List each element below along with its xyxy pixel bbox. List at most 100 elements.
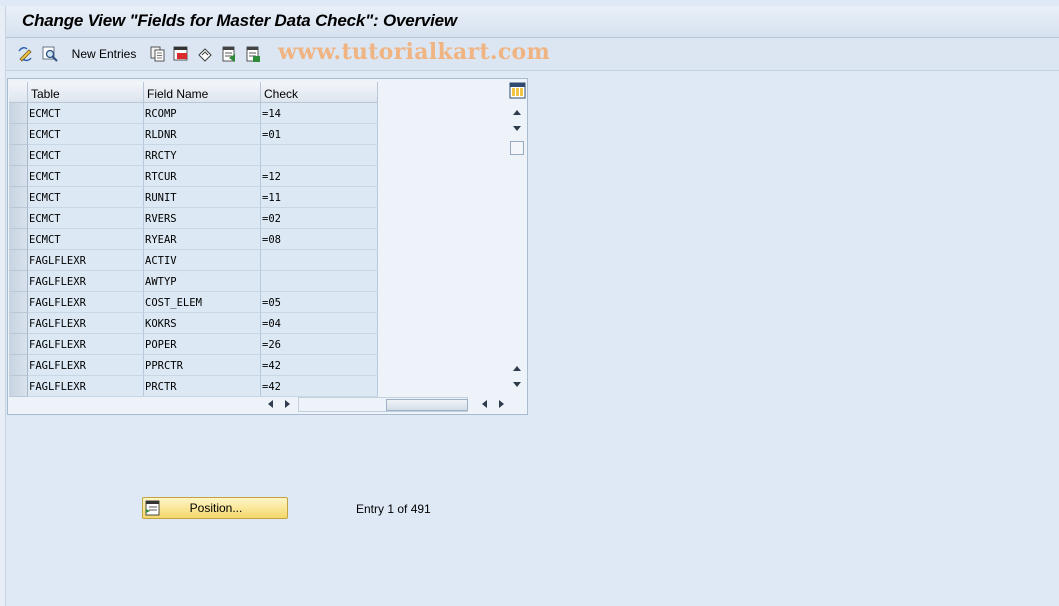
select-all-button[interactable] — [219, 44, 239, 64]
row-selector[interactable] — [9, 292, 28, 313]
row-selector[interactable] — [9, 355, 28, 376]
display-change-button[interactable] — [16, 44, 36, 64]
cell-check[interactable]: =01 — [261, 124, 378, 145]
vertical-scrollbar[interactable] — [508, 81, 526, 389]
column-header-table[interactable]: Table — [28, 82, 144, 103]
scroll-right-icon[interactable] — [282, 399, 292, 409]
table-header: Table Field Name Check — [9, 82, 378, 103]
table-row[interactable]: ECMCT RTCUR =12 — [9, 166, 378, 187]
cell-field-name[interactable]: RYEAR — [144, 229, 261, 250]
table-row[interactable]: FAGLFLEXR PRCTR =42 — [9, 376, 378, 397]
cell-check[interactable]: =11 — [261, 187, 378, 208]
cell-field-name[interactable]: RTCUR — [144, 166, 261, 187]
scroll-down-icon[interactable] — [511, 124, 523, 134]
table-row[interactable]: FAGLFLEXR KOKRS =04 — [9, 313, 378, 334]
cell-table[interactable]: FAGLFLEXR — [28, 313, 144, 334]
row-selector[interactable] — [9, 376, 28, 397]
row-selector[interactable] — [9, 229, 28, 250]
vertical-scroll-thumb[interactable] — [510, 141, 524, 155]
cell-check[interactable]: =08 — [261, 229, 378, 250]
cell-field-name[interactable]: POPER — [144, 334, 261, 355]
row-selector[interactable] — [9, 145, 28, 166]
deselect-all-button[interactable] — [243, 44, 263, 64]
cell-field-name[interactable]: RRCTY — [144, 145, 261, 166]
table-row[interactable]: FAGLFLEXR POPER =26 — [9, 334, 378, 355]
cell-field-name[interactable]: RUNIT — [144, 187, 261, 208]
cell-check[interactable]: =42 — [261, 355, 378, 376]
cell-table[interactable]: FAGLFLEXR — [28, 355, 144, 376]
row-selector[interactable] — [9, 166, 28, 187]
cell-field-name[interactable]: KOKRS — [144, 313, 261, 334]
row-selector[interactable] — [9, 208, 28, 229]
horizontal-scrollbar[interactable] — [258, 397, 508, 413]
position-button[interactable]: Position... — [142, 497, 288, 519]
cell-check[interactable]: =05 — [261, 292, 378, 313]
cell-table[interactable]: ECMCT — [28, 166, 144, 187]
delete-button[interactable] — [171, 44, 191, 64]
cell-check[interactable]: =26 — [261, 334, 378, 355]
cell-check[interactable]: =42 — [261, 376, 378, 397]
row-selector[interactable] — [9, 103, 28, 124]
table-row[interactable]: ECMCT RYEAR =08 — [9, 229, 378, 250]
table-row[interactable]: ECMCT RRCTY — [9, 145, 378, 166]
row-selector[interactable] — [9, 334, 28, 355]
scroll-page-up-icon[interactable] — [511, 363, 523, 373]
cell-field-name[interactable]: AWTYP — [144, 271, 261, 292]
table-row[interactable]: FAGLFLEXR AWTYP — [9, 271, 378, 292]
horizontal-scroll-track[interactable] — [298, 397, 468, 412]
find-button[interactable] — [40, 44, 60, 64]
scroll-column-left-icon[interactable] — [480, 399, 490, 409]
column-header-check[interactable]: Check — [261, 82, 378, 103]
cell-check[interactable] — [261, 145, 378, 166]
table-row[interactable]: ECMCT RCOMP =14 — [9, 103, 378, 124]
cell-table[interactable]: FAGLFLEXR — [28, 334, 144, 355]
row-selector[interactable] — [9, 250, 28, 271]
cell-table[interactable]: FAGLFLEXR — [28, 376, 144, 397]
cell-field-name[interactable]: RCOMP — [144, 103, 261, 124]
table-row[interactable]: ECMCT RLDNR =01 — [9, 124, 378, 145]
scroll-up-icon[interactable] — [511, 107, 523, 117]
cell-table[interactable]: FAGLFLEXR — [28, 271, 144, 292]
cell-field-name[interactable]: COST_ELEM — [144, 292, 261, 313]
cell-table[interactable]: ECMCT — [28, 208, 144, 229]
row-selector[interactable] — [9, 124, 28, 145]
cell-table[interactable]: ECMCT — [28, 229, 144, 250]
cell-table[interactable]: ECMCT — [28, 187, 144, 208]
cell-check[interactable] — [261, 271, 378, 292]
row-selector[interactable] — [9, 187, 28, 208]
horizontal-scroll-thumb[interactable] — [386, 399, 468, 411]
copy-as-button[interactable] — [148, 44, 168, 64]
cell-field-name[interactable]: ACTIV — [144, 250, 261, 271]
scroll-column-right-icon[interactable] — [496, 399, 506, 409]
cell-check[interactable]: =04 — [261, 313, 378, 334]
cell-field-name[interactable]: PPRCTR — [144, 355, 261, 376]
column-header-field-name[interactable]: Field Name — [144, 82, 261, 103]
undo-change-button[interactable] — [195, 44, 215, 64]
cell-table[interactable]: FAGLFLEXR — [28, 292, 144, 313]
scroll-left-icon[interactable] — [266, 399, 276, 409]
row-selector[interactable] — [9, 313, 28, 334]
table-row[interactable]: ECMCT RUNIT =11 — [9, 187, 378, 208]
cell-table[interactable]: FAGLFLEXR — [28, 250, 144, 271]
cell-check[interactable]: =02 — [261, 208, 378, 229]
row-selector[interactable] — [9, 271, 28, 292]
cell-field-name[interactable]: RVERS — [144, 208, 261, 229]
new-entries-button[interactable]: New Entries — [68, 44, 140, 64]
cell-table[interactable]: ECMCT — [28, 124, 144, 145]
column-settings-icon[interactable] — [509, 82, 526, 99]
scroll-page-down-icon[interactable] — [511, 380, 523, 390]
cell-table[interactable]: ECMCT — [28, 145, 144, 166]
table-row[interactable]: FAGLFLEXR PPRCTR =42 — [9, 355, 378, 376]
cell-check[interactable]: =14 — [261, 103, 378, 124]
cell-check[interactable] — [261, 250, 378, 271]
table-row[interactable]: FAGLFLEXR ACTIV — [9, 250, 378, 271]
column-header-label: Table — [31, 87, 60, 101]
cell-table[interactable]: ECMCT — [28, 103, 144, 124]
position-button-label: Position... — [189, 501, 243, 515]
cell-check[interactable]: =12 — [261, 166, 378, 187]
table-row[interactable]: ECMCT RVERS =02 — [9, 208, 378, 229]
table-row[interactable]: FAGLFLEXR COST_ELEM =05 — [9, 292, 378, 313]
cell-field-name[interactable]: PRCTR — [144, 376, 261, 397]
select-all-rows-handle[interactable] — [9, 82, 28, 103]
cell-field-name[interactable]: RLDNR — [144, 124, 261, 145]
